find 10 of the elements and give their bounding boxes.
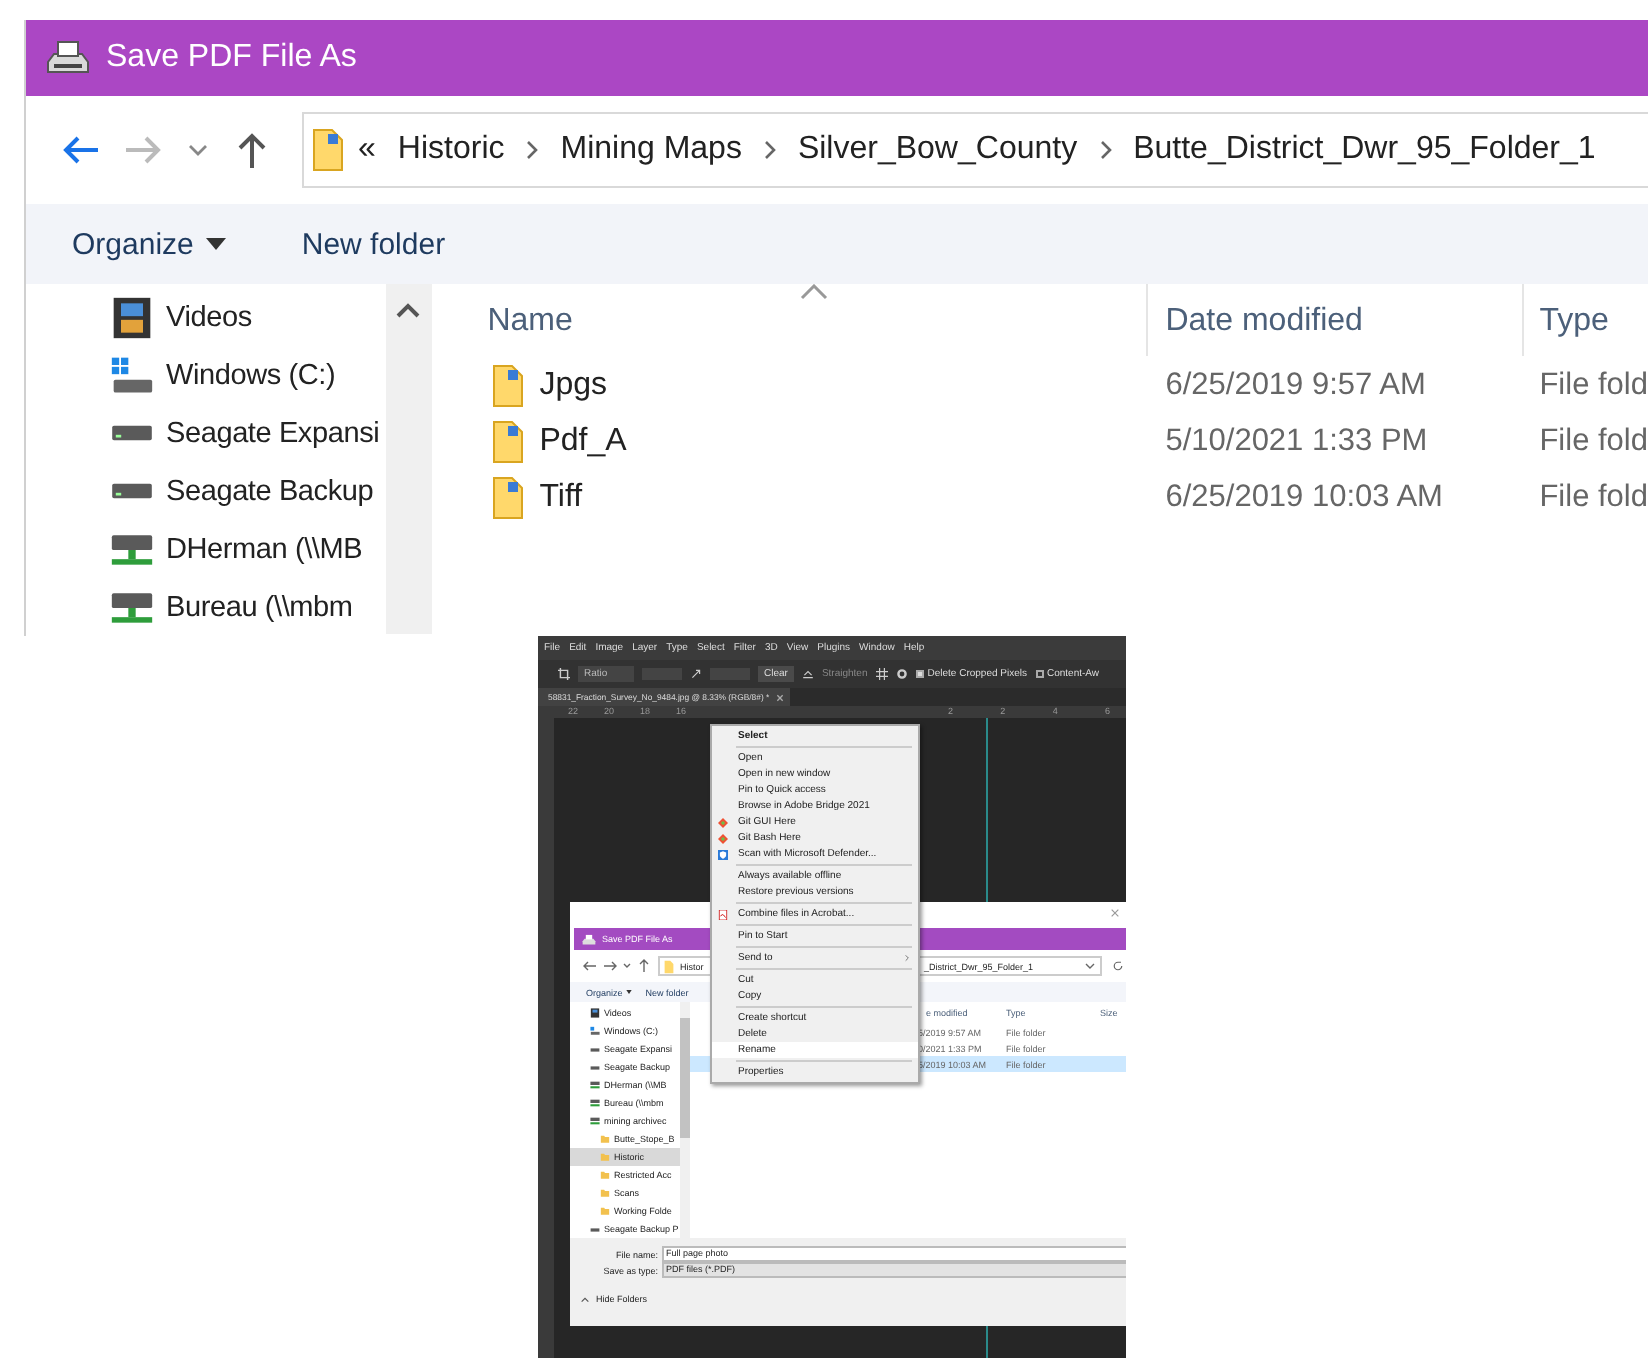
- file-type: File fold: [1539, 368, 1648, 404]
- file-type: File fold: [1539, 480, 1648, 516]
- date-modified: 6/25/2019 9:57 AM: [1165, 368, 1428, 404]
- file-name: Pdf_A: [539, 424, 627, 460]
- window-title: Save PDF File As: [106, 40, 357, 76]
- file-type: File fold: [1539, 424, 1648, 460]
- date-modified: 5/10/2021 1:33 PM: [1165, 424, 1430, 460]
- file-name: Tiff: [539, 480, 583, 516]
- date-modified: 6/25/2019 10:03 AM: [1165, 480, 1445, 516]
- file-name: Jpgs: [539, 368, 608, 404]
